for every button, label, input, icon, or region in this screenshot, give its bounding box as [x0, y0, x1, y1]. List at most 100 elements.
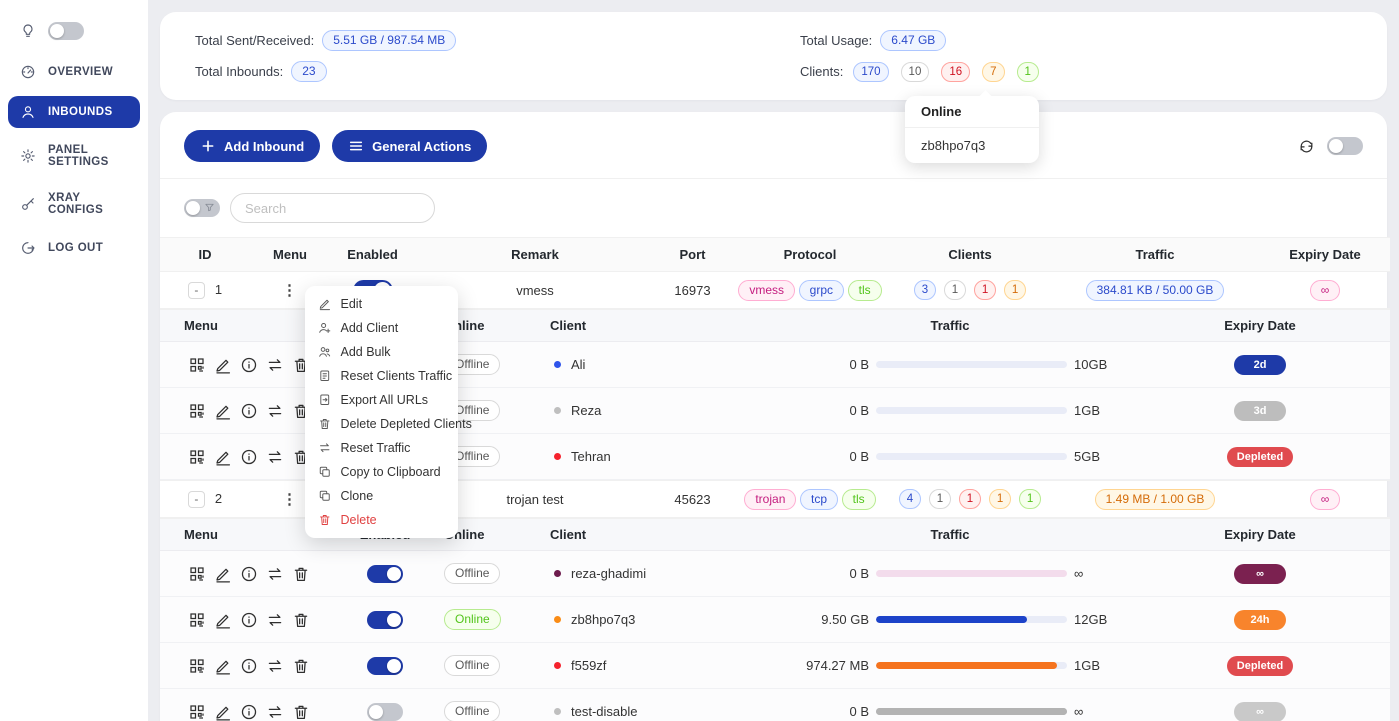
collapse-button[interactable]: - — [188, 491, 205, 508]
client-color-dot — [554, 570, 561, 577]
sidebar-item-panel-settings[interactable]: PANEL SETTINGS — [8, 136, 140, 176]
info-icon[interactable] — [240, 448, 258, 466]
reset-traffic-icon[interactable] — [266, 448, 284, 466]
client-enabled-toggle[interactable] — [367, 703, 403, 721]
reset-traffic-icon[interactable] — [266, 402, 284, 420]
traffic-limit: 10GB — [1074, 357, 1126, 372]
menu-item-edit[interactable]: Edit — [309, 292, 454, 316]
sidebar-item-label: LOG OUT — [48, 242, 103, 254]
delete-icon[interactable] — [292, 703, 310, 721]
clients-count-badge[interactable]: 16 — [941, 62, 970, 82]
menu-item-clone[interactable]: Clone — [309, 484, 454, 508]
qr-code-icon[interactable] — [188, 703, 206, 721]
clients-count-badge[interactable]: 170 — [853, 62, 888, 82]
client-enabled-toggle[interactable] — [367, 611, 403, 629]
menu-item-delete-depleted-clients[interactable]: Delete Depleted Clients — [309, 412, 454, 436]
qr-code-icon[interactable] — [188, 611, 206, 629]
sidebar-item-label: XRAY CONFIGS — [48, 192, 128, 216]
client-color-dot — [554, 407, 561, 414]
menu-item-add-client[interactable]: Add Client — [309, 316, 454, 340]
edit-icon[interactable] — [214, 565, 232, 583]
sidebar-item-inbounds[interactable]: INBOUNDS — [8, 96, 140, 128]
sidebar-item-label: OVERVIEW — [48, 66, 113, 78]
client-actions — [164, 390, 326, 431]
info-icon[interactable] — [240, 611, 258, 629]
qr-code-icon[interactable] — [188, 356, 206, 374]
edit-icon[interactable] — [214, 402, 232, 420]
sidebar-item-overview[interactable]: OVERVIEW — [8, 56, 140, 88]
client-name-cell: f559zf — [544, 645, 766, 686]
general-actions-button[interactable]: General Actions — [332, 130, 487, 162]
qr-code-icon[interactable] — [188, 565, 206, 583]
traffic-used: 0 B — [774, 449, 869, 464]
copy-icon — [318, 465, 332, 479]
export-icon — [318, 393, 332, 407]
info-icon[interactable] — [240, 402, 258, 420]
inbound-port: 45623 — [655, 481, 730, 518]
reset-traffic-icon[interactable] — [266, 565, 284, 583]
edit-icon[interactable] — [214, 703, 232, 721]
client-traffic: 0 B 10GB — [774, 344, 1126, 385]
delete-icon[interactable] — [292, 611, 310, 629]
reset-traffic-icon[interactable] — [266, 611, 284, 629]
reset-traffic-icon[interactable] — [266, 657, 284, 675]
client-enabled-toggle[interactable] — [367, 565, 403, 583]
reset-traffic-icon[interactable] — [266, 356, 284, 374]
traffic-used: 9.50 GB — [774, 612, 869, 627]
qr-code-icon[interactable] — [188, 657, 206, 675]
traffic-limit: 12GB — [1074, 612, 1126, 627]
client-count: 1 — [929, 489, 951, 509]
protocol-tags: trojan tcp tls — [730, 481, 890, 518]
online-status-badge: Offline — [444, 563, 500, 584]
theme-toggle[interactable] — [48, 22, 84, 40]
reset-traffic-icon[interactable] — [266, 703, 284, 721]
collapse-button[interactable]: - — [188, 282, 205, 299]
gear-icon — [20, 148, 36, 164]
client-traffic: 0 B ∞ — [774, 691, 1126, 721]
info-icon[interactable] — [240, 565, 258, 583]
sidebar-item-xray-configs[interactable]: XRAY CONFIGS — [8, 184, 140, 224]
menu-item-reset-traffic[interactable]: Reset Traffic — [309, 436, 454, 460]
edit-icon[interactable] — [214, 448, 232, 466]
menu-item-copy-to-clipboard[interactable]: Copy to Clipboard — [309, 460, 454, 484]
auto-refresh-toggle[interactable] — [1327, 137, 1363, 155]
inbounds-icon — [20, 104, 36, 120]
menu-item-delete[interactable]: Delete — [309, 508, 454, 532]
online-status-badge: Offline — [444, 655, 500, 676]
edit-icon[interactable] — [214, 657, 232, 675]
client-name: Tehran — [571, 449, 611, 464]
clients-count-badge[interactable]: 7 — [982, 62, 1004, 82]
info-icon[interactable] — [240, 657, 258, 675]
client-count-badges: 4 1 1 1 1 — [890, 481, 1050, 518]
filter-toggle[interactable] — [184, 199, 220, 217]
sidebar-item-logout[interactable]: LOG OUT — [8, 232, 140, 264]
client-enabled-toggle[interactable] — [367, 657, 403, 675]
info-icon[interactable] — [240, 356, 258, 374]
traffic-bar-fill — [876, 662, 1057, 669]
traffic-bar-fill — [876, 708, 1067, 715]
inbound-context-menu: Edit Add Client Add Bulk Reset Clients T… — [305, 286, 458, 538]
menu-item-export-all-urls[interactable]: Export All URLs — [309, 388, 454, 412]
edit-icon[interactable] — [214, 356, 232, 374]
qr-code-icon[interactable] — [188, 402, 206, 420]
header-id: ID — [160, 238, 250, 272]
clients-count-badge[interactable]: 10 — [901, 62, 930, 82]
clone-icon — [318, 489, 332, 503]
traffic-bar — [876, 570, 1067, 577]
theme-bulb-icon — [20, 23, 36, 39]
qr-code-icon[interactable] — [188, 448, 206, 466]
row-menu-button[interactable]: ⋮ — [282, 491, 298, 508]
expiry-pill: 2d — [1234, 355, 1286, 375]
delete-icon[interactable] — [292, 565, 310, 583]
stat-total-sent-received: Total Sent/Received: 5.51 GB / 987.54 MB — [195, 30, 800, 52]
menu-item-add-bulk[interactable]: Add Bulk — [309, 340, 454, 364]
add-inbound-button[interactable]: Add Inbound — [184, 130, 320, 162]
menu-item-reset-clients-traffic[interactable]: Reset Clients Traffic — [309, 364, 454, 388]
delete-icon[interactable] — [292, 657, 310, 675]
info-icon[interactable] — [240, 703, 258, 721]
search-input[interactable] — [230, 193, 435, 223]
refresh-icon[interactable] — [1298, 138, 1315, 155]
edit-icon[interactable] — [214, 611, 232, 629]
row-menu-button[interactable]: ⋮ — [282, 282, 298, 299]
clients-count-badge[interactable]: 1 — [1017, 62, 1039, 82]
